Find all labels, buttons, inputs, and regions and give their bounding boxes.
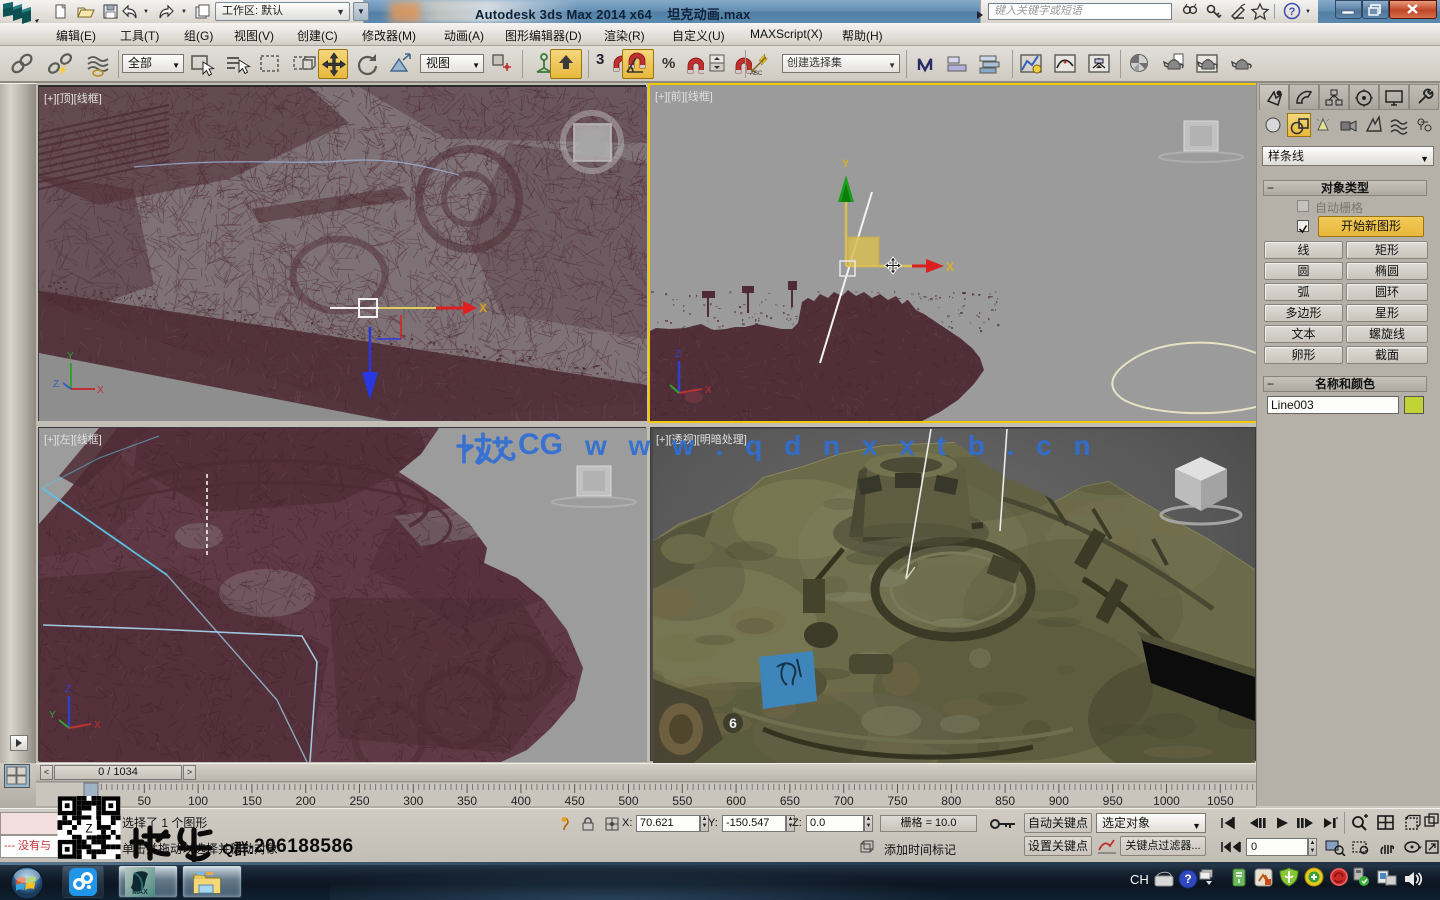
svg-text:%: % [662,55,675,72]
svg-text:500: 500 [618,794,638,808]
svg-text:50: 50 [138,794,152,808]
svg-text:Y: Y [842,158,850,170]
svg-text:750: 750 [887,794,907,808]
svg-text:800: 800 [941,794,961,808]
svg-text:Z: Z [65,684,71,695]
svg-text:⚡: ⚡ [57,64,68,76]
svg-text:X: X [705,385,712,396]
svg-text:Z: Z [85,821,92,835]
svg-text:1000: 1000 [1153,794,1180,808]
svg-text:MAX: MAX [132,889,148,896]
svg-text:6: 6 [729,715,737,731]
svg-text:950: 950 [1103,794,1123,808]
svg-text:850: 850 [995,794,1015,808]
svg-text:Y: Y [67,351,74,362]
svg-text:200: 200 [296,794,316,808]
svg-text:Y: Y [49,710,56,721]
svg-text:700: 700 [834,794,854,808]
svg-text:150: 150 [242,794,262,808]
svg-text:X: X [946,260,954,274]
svg-text:300: 300 [403,794,423,808]
svg-text:100: 100 [188,794,208,808]
svg-text:450: 450 [565,794,585,808]
svg-text:650: 650 [780,794,800,808]
svg-text:Z: Z [675,349,681,360]
svg-text:600: 600 [726,794,746,808]
svg-text:400: 400 [511,794,531,808]
svg-text:350: 350 [457,794,477,808]
svg-text:X: X [94,720,101,731]
svg-text:?: ? [1289,6,1296,18]
svg-text:250: 250 [349,794,369,808]
svg-text:1050: 1050 [1207,794,1234,808]
svg-text:ABC: ABC [750,71,763,77]
svg-text:?: ? [1184,872,1191,886]
svg-text:Z: Z [53,379,59,390]
svg-text:900: 900 [1049,794,1069,808]
svg-text:550: 550 [672,794,692,808]
svg-text:X: X [479,301,487,315]
svg-text:X: X [97,385,104,396]
